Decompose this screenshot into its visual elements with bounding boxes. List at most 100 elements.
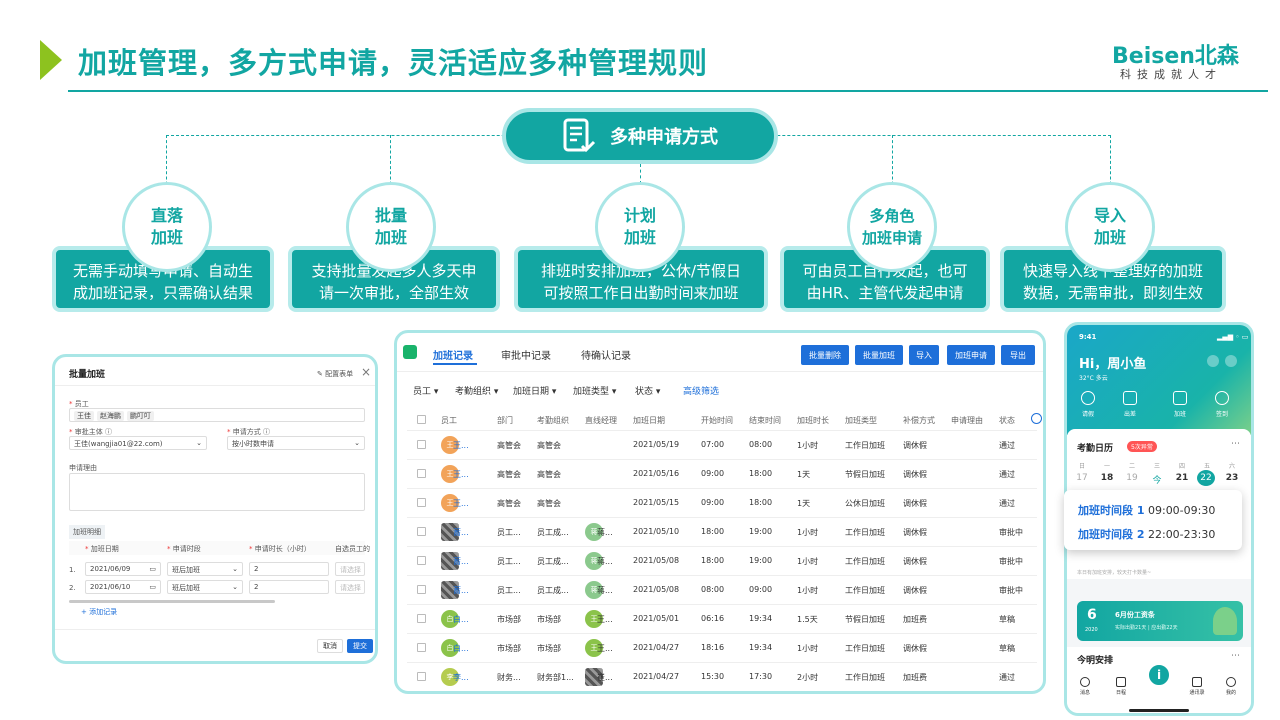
quick-leave[interactable]: 请假 bbox=[1073, 391, 1103, 418]
calendar-day-selected[interactable]: 22 bbox=[1197, 470, 1215, 486]
table-row[interactable]: 蒋蓄... 员工... 员工成... 蒋... 2021/05/10 18:00 19:00… bbox=[407, 518, 1037, 547]
cell-emp[interactable]: 白... bbox=[453, 643, 469, 654]
employee-select[interactable]: 请选择 bbox=[335, 580, 365, 594]
submit-button[interactable]: 提交 bbox=[347, 639, 373, 653]
form-title: 批量加班 bbox=[69, 370, 106, 380]
cell-emp[interactable]: 蓄... bbox=[453, 585, 469, 596]
advanced-filter-link[interactable]: 高级筛选 bbox=[683, 384, 719, 397]
calendar-day[interactable]: 23 bbox=[1225, 473, 1239, 483]
employee-picker[interactable]: 王佳 赵海鹏 鹏叮叮 bbox=[69, 408, 365, 422]
row-checkbox[interactable] bbox=[417, 498, 426, 507]
close-icon[interactable]: × bbox=[361, 365, 371, 379]
cell-date: 2021/05/08 bbox=[633, 585, 680, 594]
filter-type[interactable]: 加班类型 ▾ bbox=[573, 384, 616, 397]
cell-emp[interactable]: 蓄... bbox=[453, 527, 469, 538]
row-checkbox[interactable] bbox=[417, 614, 426, 623]
cell-org: 高管会 bbox=[537, 441, 561, 450]
tab-approving-records[interactable]: 审批中记录 bbox=[501, 347, 551, 362]
filter-date[interactable]: 加班日期 ▾ bbox=[513, 384, 556, 397]
period-select[interactable]: 班后加班 ⌄ bbox=[167, 562, 243, 576]
hours-input[interactable]: 2 bbox=[249, 562, 329, 576]
th-manager: 直线经理 bbox=[585, 416, 617, 425]
cell-emp[interactable]: 蓄... bbox=[453, 556, 469, 567]
calendar-day[interactable]: 21 bbox=[1175, 473, 1189, 483]
cell-emp[interactable]: 王... bbox=[453, 498, 469, 509]
cell-emp[interactable]: 李... bbox=[453, 672, 469, 683]
calendar-day[interactable]: 19 bbox=[1125, 473, 1139, 483]
anomaly-badge[interactable]: 5次异常 bbox=[1127, 441, 1157, 452]
batch-overtime-button[interactable]: 批量加班 bbox=[855, 345, 903, 365]
home-indicator bbox=[1129, 709, 1189, 712]
method-select[interactable]: 按小时数申请 ⌄ bbox=[227, 436, 365, 450]
quick-checkin[interactable]: 签到 bbox=[1207, 391, 1237, 418]
nav-profile[interactable]: 我的 bbox=[1217, 677, 1245, 696]
apply-overtime-button[interactable]: 加班申请 bbox=[947, 345, 995, 365]
config-form-link[interactable]: ✎ 配置表单 bbox=[317, 369, 353, 379]
batch-delete-button[interactable]: 批量删除 bbox=[801, 345, 849, 365]
tab-overtime-records[interactable]: 加班记录 bbox=[433, 347, 473, 362]
table-row[interactable]: 蒋蓄... 员工... 员工成... 蒋... 2021/05/08 18:00 19:00… bbox=[407, 547, 1037, 576]
row-checkbox[interactable] bbox=[417, 469, 426, 478]
date-input[interactable]: 2021/06/10 ▭ bbox=[85, 580, 161, 594]
cancel-button[interactable]: 取消 bbox=[317, 639, 343, 653]
payslip-card[interactable]: 6 2020 6月份工资条 实际出勤21天 | 应出勤22天 bbox=[1077, 601, 1243, 641]
search-icon[interactable] bbox=[1207, 355, 1219, 367]
hours-input[interactable]: 2 bbox=[249, 580, 329, 594]
export-button[interactable]: 导出 bbox=[1001, 345, 1035, 365]
filter-org[interactable]: 考勤组织 ▾ bbox=[455, 384, 498, 397]
approver-select[interactable]: 王佳(wangjia01@22.com) ⌄ bbox=[69, 436, 207, 450]
cell-emp[interactable]: 王... bbox=[453, 469, 469, 480]
row-checkbox[interactable] bbox=[417, 556, 426, 565]
row-checkbox[interactable] bbox=[417, 672, 426, 681]
payslip-sub: 实际出勤21天 | 应出勤22天 bbox=[1115, 625, 1178, 631]
home-info-icon[interactable]: i bbox=[1147, 663, 1171, 687]
settings-gear-icon[interactable] bbox=[1031, 413, 1042, 424]
tab-pending-confirm[interactable]: 待确认记录 bbox=[581, 347, 631, 362]
cell-mgr: 蒋... bbox=[597, 557, 613, 566]
date-input[interactable]: 2021/06/09 ▭ bbox=[85, 562, 161, 576]
employee-select[interactable]: 请选择 bbox=[335, 562, 365, 576]
cell-emp[interactable]: 王... bbox=[453, 440, 469, 451]
th-start: 开始时间 bbox=[701, 416, 733, 425]
nav-schedule[interactable]: 日程 bbox=[1107, 677, 1135, 696]
cell-status: 审批中 bbox=[999, 586, 1023, 595]
nav-contacts[interactable]: 通讯录 bbox=[1183, 677, 1211, 696]
row-checkbox[interactable] bbox=[417, 585, 426, 594]
table-row[interactable]: 王王... 高管会 高管会 2021/05/15 09:00 18:00 1天 公休日加班 调休… bbox=[407, 489, 1037, 518]
filter-status[interactable]: 状态 ▾ bbox=[635, 384, 660, 397]
horizontal-scrollbar[interactable] bbox=[69, 600, 275, 603]
cell-end: 09:00 bbox=[749, 585, 773, 594]
period-select[interactable]: 班后加班 ⌄ bbox=[167, 580, 243, 594]
logo-slogan: 科技成就人才 bbox=[1120, 68, 1222, 81]
row-checkbox[interactable] bbox=[417, 527, 426, 536]
table-row[interactable]: 李李... 财务... 财务部1... 崔... 2021/04/27 15:30 17:3… bbox=[407, 663, 1037, 691]
table-row[interactable]: 王王... 高管会 高管会 2021/05/19 07:00 08:00 1小时 工作日加班调… bbox=[407, 431, 1037, 460]
page-title: 加班管理，多方式申请，灵活适应多种管理规则 bbox=[78, 46, 709, 80]
import-button[interactable]: 导入 bbox=[909, 345, 939, 365]
quick-trip[interactable]: 出差 bbox=[1115, 391, 1145, 418]
col-date: * 加班日期 bbox=[85, 545, 119, 553]
cell-type: 节假日加班 bbox=[845, 470, 885, 479]
reason-textarea[interactable] bbox=[69, 473, 365, 511]
table-row[interactable]: 白王白... 市场部 市场部 王... 2021/04/27 18:16 19:34 1小时工… bbox=[407, 634, 1037, 663]
cell-dept: 市场部 bbox=[497, 644, 521, 653]
table-row[interactable]: 王王... 高管会 高管会 2021/05/16 09:00 18:00 1天 节假日加班 调休… bbox=[407, 460, 1037, 489]
quick-overtime[interactable]: 加班 bbox=[1165, 391, 1195, 418]
calendar-day[interactable]: 17 bbox=[1075, 473, 1089, 483]
filter-employee[interactable]: 员工 ▾ bbox=[413, 384, 438, 397]
nav-messages[interactable]: 消息 bbox=[1071, 677, 1099, 696]
calendar-day-today[interactable]: 今 bbox=[1150, 473, 1164, 486]
calendar-day[interactable]: 18 bbox=[1100, 473, 1114, 483]
select-all-checkbox[interactable] bbox=[417, 415, 426, 424]
row-checkbox[interactable] bbox=[417, 643, 426, 652]
more-icon[interactable]: ⋯ bbox=[1231, 439, 1240, 449]
row-checkbox[interactable] bbox=[417, 440, 426, 449]
cell-date: 2021/05/19 bbox=[633, 440, 680, 449]
cell-emp[interactable]: 白... bbox=[453, 614, 469, 625]
more-icon[interactable] bbox=[1225, 355, 1237, 367]
more-icon[interactable]: ⋯ bbox=[1231, 651, 1240, 661]
table-row[interactable]: 蒋蓄... 员工... 员工成... 蒋... 2021/05/08 08:00 09:00… bbox=[407, 576, 1037, 605]
table-row[interactable]: 白王白... 市场部 市场部 王... 2021/05/01 06:16 19:34 1.5天… bbox=[407, 605, 1037, 634]
greeting: Hi，周小鱼 bbox=[1079, 357, 1147, 372]
add-record-link[interactable]: + 添加记录 bbox=[81, 607, 117, 617]
